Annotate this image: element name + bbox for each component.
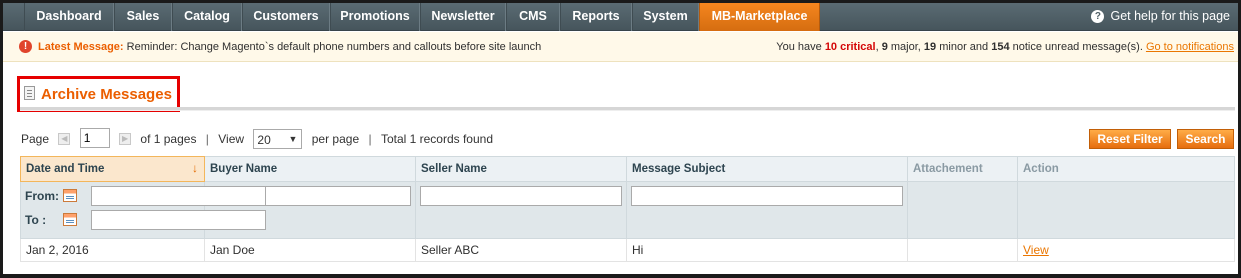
per-page-select[interactable]: 20 ▼: [253, 128, 303, 149]
nav-reports[interactable]: Reports: [560, 3, 632, 31]
latest-message: Latest Message: Reminder: Change Magento…: [38, 32, 541, 62]
of-pages-label: of 1 pages: [140, 131, 197, 146]
nav-customers[interactable]: Customers: [242, 3, 330, 31]
nav-cms[interactable]: CMS: [506, 3, 560, 31]
notice-count: 154: [991, 41, 1010, 53]
messages-grid: Date and Time ↓ Buyer Name Seller Name Me…: [20, 156, 1235, 262]
subject-filter-cell: [626, 181, 908, 239]
column-attachment: Attachement: [907, 156, 1018, 182]
cell-attachment: [907, 238, 1018, 262]
page-label: Page: [21, 131, 50, 146]
next-page-arrow-icon[interactable]: ▶: [119, 132, 132, 145]
view-label: View: [218, 131, 245, 146]
summary-prefix: You have: [776, 41, 822, 53]
notification-bar: ! Latest Message: Reminder: Change Magen…: [3, 32, 1238, 62]
nav-dashboard[interactable]: Dashboard: [24, 3, 114, 31]
action-filter-cell: [1017, 181, 1235, 239]
to-label: To :: [25, 213, 47, 227]
page-title-text: Archive Messages: [41, 86, 172, 103]
help-label: Get help for this page: [1110, 9, 1230, 23]
view-link[interactable]: View: [1023, 243, 1049, 257]
critical-count: 10 critical: [824, 41, 876, 53]
cell-date: Jan 2, 2016: [20, 238, 205, 262]
pager: Page ◀ ▶ of 1 pages | View 20▼ per page …: [21, 128, 494, 149]
prev-page-arrow-icon[interactable]: ◀: [58, 132, 71, 145]
latest-message-label: Latest Message:: [38, 41, 124, 53]
help-link[interactable]: ? Get help for this page: [1091, 3, 1230, 31]
cell-subject: Hi: [626, 238, 908, 262]
reset-filter-button[interactable]: Reset Filter: [1089, 129, 1171, 149]
cell-action: View: [1017, 238, 1235, 262]
nav-catalog[interactable]: Catalog: [172, 3, 242, 31]
date-to-input[interactable]: [91, 210, 266, 230]
column-action: Action: [1017, 156, 1235, 182]
minor-count: 19: [923, 41, 937, 53]
calendar-icon[interactable]: [63, 189, 77, 202]
page-title: Archive Messages: [24, 83, 172, 107]
heading-divider: [20, 107, 1235, 111]
top-navigation: Dashboard Sales Catalog Customers Promot…: [3, 3, 1238, 31]
column-seller-name[interactable]: Seller Name: [415, 156, 627, 182]
message-summary: You have 10 critical, 9 major, 19 minor …: [776, 41, 1234, 53]
chevron-down-icon: ▼: [288, 133, 298, 144]
date-filter: From: To :: [20, 181, 266, 239]
table-row: Jan 2, 2016 Jan Doe Seller ABC Hi View: [20, 238, 1235, 262]
nav-promotions[interactable]: Promotions: [330, 3, 420, 31]
grid-header: Date and Time ↓ Buyer Name Seller Name Me…: [20, 156, 1235, 182]
warning-icon: !: [19, 40, 32, 53]
per-page-label: per page: [311, 131, 360, 146]
column-message-subject[interactable]: Message Subject: [626, 156, 908, 182]
minor-label: minor and: [939, 41, 989, 53]
major-label: major,: [890, 41, 921, 53]
cell-buyer: Jan Doe: [204, 238, 416, 262]
subject-filter-input[interactable]: [631, 186, 903, 206]
sort-down-icon: ↓: [192, 161, 198, 175]
nav-newsletter[interactable]: Newsletter: [420, 3, 506, 31]
help-icon: ?: [1091, 10, 1105, 23]
nav-system[interactable]: System: [632, 3, 699, 31]
cell-seller: Seller ABC: [415, 238, 627, 262]
calendar-icon[interactable]: [63, 213, 77, 226]
seller-name-filter-input[interactable]: [420, 186, 622, 206]
from-label: From:: [25, 189, 59, 203]
date-to-row: To :: [25, 210, 266, 234]
admin-window: Dashboard Sales Catalog Customers Promot…: [0, 0, 1241, 278]
attachment-filter-cell: [907, 181, 1018, 239]
column-date-time-label: Date and Time: [26, 163, 105, 175]
total-records: Total 1 records found: [380, 131, 494, 146]
seller-filter-cell: [415, 181, 627, 239]
column-buyer-name[interactable]: Buyer Name: [204, 156, 416, 182]
search-button[interactable]: Search: [1177, 129, 1234, 149]
filter-row: From: To :: [20, 181, 1235, 239]
notice-label: notice unread message(s).: [1012, 41, 1143, 53]
per-page-value: 20: [257, 132, 271, 147]
major-count: 9: [881, 41, 888, 53]
document-icon: [24, 86, 35, 100]
date-from-input[interactable]: [91, 186, 266, 206]
nav-sales[interactable]: Sales: [114, 3, 172, 31]
separator: |: [205, 131, 209, 146]
nav-mb-marketplace[interactable]: MB-Marketplace: [699, 3, 820, 31]
date-from-row: From:: [25, 186, 266, 210]
go-to-notifications-link[interactable]: Go to notifications: [1146, 41, 1234, 53]
separator: |: [368, 131, 372, 146]
column-date-time[interactable]: Date and Time ↓: [20, 156, 205, 182]
page-number-input[interactable]: [79, 128, 110, 148]
latest-message-text: Reminder: Change Magento`s default phone…: [126, 41, 542, 53]
